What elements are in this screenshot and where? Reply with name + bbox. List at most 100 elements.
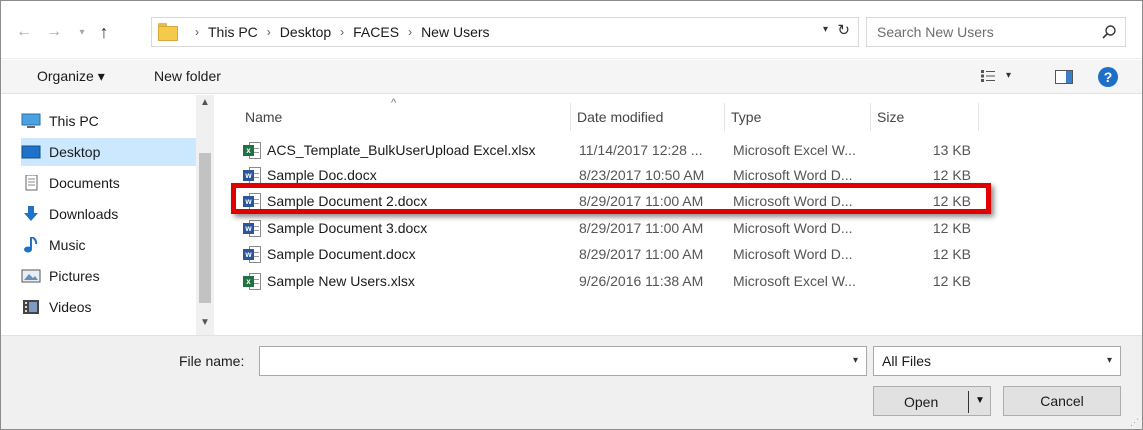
file-name-label: File name: (179, 353, 245, 369)
file-row[interactable]: w Sample Document.docx 8/29/2017 11:00 A… (239, 243, 979, 267)
preview-pane-icon[interactable] (1055, 70, 1073, 84)
word-file-icon: w (243, 193, 261, 211)
open-options-chevron-icon[interactable]: ▼ (975, 395, 985, 406)
nav-item-label: Desktop (49, 144, 101, 160)
downloads-icon (21, 206, 41, 222)
breadcrumb-desktop[interactable]: Desktop (280, 24, 331, 40)
open-button[interactable]: Open ▼ (873, 386, 991, 416)
file-type: Microsoft Word D... (733, 220, 853, 236)
command-bar: Organize ▾ New folder ▾ ? (1, 60, 1142, 94)
file-name-combobox[interactable]: ▾ (259, 346, 867, 376)
file-size: 13 KB (932, 142, 971, 158)
address-row: ← → ▾ ↑ › This PC › Desktop › FACES › Ne… (1, 1, 1142, 59)
nav-item-label: Documents (49, 175, 120, 191)
file-row[interactable]: x Sample New Users.xlsx 9/26/2016 11:38 … (239, 270, 979, 294)
scroll-down-icon[interactable]: ▼ (200, 317, 210, 328)
file-size: 12 KB (932, 220, 971, 236)
file-size: 12 KB (932, 246, 971, 262)
file-row[interactable]: w Sample Document 3.docx 8/29/2017 11:00… (239, 217, 979, 241)
nav-item-this-pc[interactable]: This PC (21, 107, 196, 135)
open-button-label: Open (904, 394, 939, 410)
nav-item-label: Videos (49, 299, 92, 315)
breadcrumb-faces[interactable]: FACES (353, 24, 399, 40)
file-type: Microsoft Excel W... (733, 142, 856, 158)
file-type-filter-select[interactable]: All Files ▾ (873, 346, 1121, 376)
chevron-down-icon[interactable]: ▾ (1107, 355, 1112, 366)
breadcrumb-separator: › (195, 25, 199, 39)
help-icon[interactable]: ? (1098, 67, 1118, 87)
file-name: Sample Document 3.docx (267, 220, 428, 236)
file-name: Sample Document.docx (267, 246, 416, 262)
computer-icon (21, 113, 41, 129)
refresh-icon[interactable]: ↻ (837, 21, 850, 39)
file-row[interactable]: w Sample Doc.docx 8/23/2017 10:50 AM Mic… (239, 164, 979, 188)
file-type: Microsoft Word D... (733, 167, 853, 183)
file-name: Sample New Users.xlsx (267, 273, 415, 289)
breadcrumb-this-pc[interactable]: This PC (208, 24, 258, 40)
new-folder-button[interactable]: New folder (154, 68, 221, 84)
breadcrumb-separator: › (266, 25, 271, 39)
chevron-down-icon[interactable]: ▾ (853, 355, 858, 366)
file-size: 12 KB (932, 167, 971, 183)
file-type: Microsoft Word D... (733, 246, 853, 262)
cancel-button[interactable]: Cancel (1003, 386, 1121, 416)
resize-grip-icon[interactable]: ⋰ (1130, 417, 1140, 427)
breadcrumb: › This PC › Desktop › FACES › New Users (186, 18, 490, 46)
column-header-name[interactable]: Name (239, 103, 571, 131)
breadcrumb-separator: › (340, 25, 345, 39)
address-bar[interactable]: › This PC › Desktop › FACES › New Users … (151, 17, 859, 47)
file-row[interactable]: x ACS_Template_BulkUserUpload Excel.xlsx… (239, 139, 979, 163)
column-header-size[interactable]: Size (871, 103, 979, 131)
recent-locations-chevron-icon[interactable]: ▾ (71, 21, 93, 43)
excel-file-icon: x (243, 142, 261, 160)
search-box[interactable] (866, 17, 1126, 47)
nav-item-label: Music (49, 237, 86, 253)
nav-item-label: This PC (49, 113, 99, 129)
file-date-modified: 8/29/2017 11:00 AM (579, 246, 704, 262)
file-row[interactable]: w Sample Document 2.docx 8/29/2017 11:00… (239, 190, 979, 214)
nav-item-desktop[interactable]: Desktop (21, 138, 196, 166)
nav-item-downloads[interactable]: Downloads (21, 200, 196, 228)
breadcrumb-separator: › (408, 25, 413, 39)
nav-item-pictures[interactable]: Pictures (21, 262, 196, 290)
file-name: ACS_Template_BulkUserUpload Excel.xlsx (267, 142, 536, 158)
file-name: Sample Document 2.docx (267, 193, 428, 209)
nav-item-videos[interactable]: Videos (21, 293, 196, 321)
address-dropdown-chevron-icon[interactable]: ▾ (823, 24, 828, 35)
breadcrumb-new-users[interactable]: New Users (421, 24, 489, 40)
word-file-icon: w (243, 220, 261, 238)
nav-item-label: Pictures (49, 268, 100, 284)
change-view-icon[interactable] (981, 70, 995, 82)
search-input[interactable] (867, 18, 1095, 46)
file-size: 12 KB (932, 193, 971, 209)
file-date-modified: 8/23/2017 10:50 AM (579, 167, 705, 183)
back-arrow-icon[interactable]: ← (13, 21, 35, 43)
documents-icon (21, 174, 41, 191)
nav-item-music[interactable]: Music (21, 231, 196, 259)
search-icon[interactable] (1101, 24, 1117, 40)
music-icon (21, 236, 41, 253)
navigation-pane: This PC Desktop Documents Downloads Musi… (1, 95, 216, 335)
file-name-input[interactable] (260, 347, 840, 375)
file-date-modified: 8/29/2017 11:00 AM (579, 220, 704, 236)
scrollbar-thumb[interactable] (199, 153, 211, 303)
up-arrow-icon[interactable]: ↑ (93, 21, 115, 43)
file-name: Sample Doc.docx (267, 167, 377, 183)
videos-icon (21, 299, 41, 315)
file-size: 12 KB (932, 273, 971, 289)
file-type: Microsoft Word D... (733, 193, 853, 209)
scroll-up-icon[interactable]: ▲ (200, 97, 210, 108)
navigation-scrollbar[interactable]: ▲ ▼ (196, 95, 214, 335)
file-list: ^ Name Date modified Type Size x ACS_Tem… (229, 95, 1142, 335)
forward-arrow-icon[interactable]: → (43, 21, 65, 43)
organize-button[interactable]: Organize ▾ (37, 68, 105, 85)
word-file-icon: w (243, 246, 261, 264)
split-divider (968, 391, 969, 413)
column-header-date-modified[interactable]: Date modified (571, 103, 725, 131)
nav-item-documents[interactable]: Documents (21, 169, 196, 197)
excel-file-icon: x (243, 273, 261, 291)
folder-icon (158, 23, 180, 41)
file-type: Microsoft Excel W... (733, 273, 856, 289)
view-options-chevron-icon[interactable]: ▾ (1006, 70, 1011, 81)
column-header-type[interactable]: Type (725, 103, 871, 131)
